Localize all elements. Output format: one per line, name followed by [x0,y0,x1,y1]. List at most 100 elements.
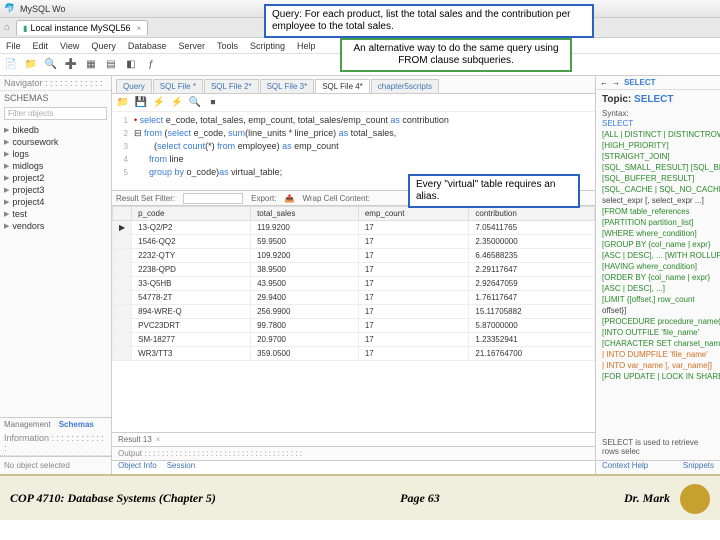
center-panel: Query SQL File * SQL File 2* SQL File 3*… [112,76,596,474]
query-tab[interactable]: SQL File * [153,79,203,93]
view-icon[interactable]: ◧ [124,58,138,72]
tab-management[interactable]: Management [0,418,55,431]
navigator-tabs: Management Schemas [0,417,111,431]
export-icon[interactable]: 📤 [284,194,294,203]
schema-item[interactable]: ▶test [2,208,109,220]
menu-query[interactable]: Query [91,41,116,51]
execute-icon[interactable]: ⚡ [152,96,166,110]
close-icon[interactable]: × [137,24,142,33]
result-filter-input[interactable] [183,193,243,204]
expand-icon[interactable]: ▶ [4,186,9,194]
save-icon[interactable]: 💾 [134,96,148,110]
author: Dr. Mark [624,491,670,506]
table-row[interactable]: 2238-QPD38.9500172.29117647 [113,263,595,277]
home-icon[interactable]: ⌂ [4,22,10,33]
stop-icon[interactable]: ⏹ [206,96,220,110]
expand-icon[interactable]: ▶ [4,162,9,170]
inspector-icon[interactable]: 🔍 [44,58,58,72]
execute-cursor-icon[interactable]: ⚡ [170,96,184,110]
query-tab[interactable]: SQL File 2* [204,79,259,93]
expand-icon[interactable]: ▶ [4,198,9,206]
expand-icon[interactable]: ▶ [4,126,9,134]
tab-context-help[interactable]: Context Help [602,461,648,474]
menu-scripting[interactable]: Scripting [250,41,285,51]
tab-schemas[interactable]: Schemas [55,418,98,431]
close-icon[interactable]: × [156,435,161,444]
main-area: Navigator : : : : : : : : : : : : SCHEMA… [0,76,720,474]
schema-item[interactable]: ▶bikedb [2,124,109,136]
open-icon[interactable]: 📁 [116,96,130,110]
schema-icon[interactable]: ▤ [104,58,118,72]
ucf-logo-icon [680,484,710,514]
output-bar: Output : : : : : : : : : : : : : : : : :… [112,446,595,460]
table-row[interactable]: WR3/TT3359.05001721.16764700 [113,347,595,361]
table-data-icon[interactable]: ▦ [84,58,98,72]
syntax-content: SELECT[ALL | DISTINCT | DISTINCTROW][HIG… [596,118,720,434]
query-tab[interactable]: chapter5scripts [371,79,439,93]
col-header[interactable]: p_code [132,207,251,221]
result-table: p_code total_sales emp_count contributio… [112,206,595,361]
expand-icon[interactable]: ▶ [4,150,9,158]
app-icon: 🐬 [4,3,16,15]
table-row[interactable]: 894-WRE-Q256.99001715.11705882 [113,305,595,319]
schema-item[interactable]: ▶project2 [2,172,109,184]
tab-session[interactable]: Session [167,461,195,474]
wrap-label: Wrap Cell Content: [302,194,369,203]
query-tabs: Query SQL File * SQL File 2* SQL File 3*… [112,76,595,94]
schemas-label: SCHEMAS [0,91,111,105]
expand-icon[interactable]: ▶ [4,210,9,218]
table-row[interactable]: 33-Q5HB43.9500172.92647059 [113,277,595,291]
query-tab-active[interactable]: SQL File 4* [315,79,370,93]
help-topic: Topic: SELECT [596,90,720,109]
col-header[interactable]: contribution [469,207,595,221]
new-tab-icon[interactable]: ➕ [64,58,78,72]
new-sql-icon[interactable]: 📄 [4,58,18,72]
expand-icon[interactable]: ▶ [4,174,9,182]
export-label: Export: [251,194,276,203]
tab-snippets[interactable]: Snippets [683,461,714,474]
table-row[interactable]: ▶13-Q2/P2119.9200177.05411765 [113,221,595,235]
menu-view[interactable]: View [60,41,79,51]
table-row[interactable]: PVC23DRT99.7800175.87000000 [113,319,595,333]
table-row[interactable]: 2232-QTY109.9200176.46588235 [113,249,595,263]
result-tab-label[interactable]: Result 13 [118,435,152,444]
slide-footer: COP 4710: Database Systems (Chapter 5) P… [0,474,720,520]
callout-alternative: An alternative way to do the same query … [340,38,572,72]
schema-item[interactable]: ▶midlogs [2,160,109,172]
schema-item[interactable]: ▶vendors [2,220,109,232]
schema-item[interactable]: ▶project3 [2,184,109,196]
menu-server[interactable]: Server [178,41,205,51]
explain-icon[interactable]: 🔍 [188,96,202,110]
filter-input[interactable]: Filter objects [4,107,107,120]
col-header[interactable]: emp_count [358,207,469,221]
table-row[interactable]: 54778-2T29.9400171.76117647 [113,291,595,305]
expand-icon[interactable]: ▶ [4,222,9,230]
back-icon[interactable]: ← [600,78,608,87]
schema-list: ▶bikedb ▶coursework ▶logs ▶midlogs ▶proj… [0,122,111,417]
schema-item[interactable]: ▶coursework [2,136,109,148]
menu-tools[interactable]: Tools [217,41,238,51]
menu-help[interactable]: Help [297,41,316,51]
info-header: Information : : : : : : : : : : : : [0,431,111,456]
col-header[interactable]: total_sales [251,207,359,221]
open-sql-icon[interactable]: 📁 [24,58,38,72]
expand-icon[interactable]: ▶ [4,138,9,146]
forward-icon[interactable]: → [612,78,620,87]
select-label: SELECT [624,78,656,87]
menu-edit[interactable]: Edit [33,41,49,51]
schema-item[interactable]: ▶logs [2,148,109,160]
connection-tab[interactable]: ▮ Local instance MySQL56 × [16,20,148,35]
help-toolbar: ← → SELECT [596,76,720,90]
table-row[interactable]: SM-1827720.9700171.23352941 [113,333,595,347]
schema-item[interactable]: ▶project4 [2,196,109,208]
menu-file[interactable]: File [6,41,21,51]
db-icon: ▮ [23,24,27,33]
query-tab[interactable]: SQL File 3* [260,79,315,93]
tab-object-info[interactable]: Object Info [118,461,157,474]
routine-icon[interactable]: ƒ [144,58,158,72]
menu-database[interactable]: Database [128,41,167,51]
result-grid[interactable]: p_code total_sales emp_count contributio… [112,206,595,432]
help-panel: ← → SELECT Topic: SELECT Syntax: SELECT[… [596,76,720,474]
query-tab[interactable]: Query [116,79,152,93]
table-row[interactable]: 1546-QQ259.9500172.35000000 [113,235,595,249]
